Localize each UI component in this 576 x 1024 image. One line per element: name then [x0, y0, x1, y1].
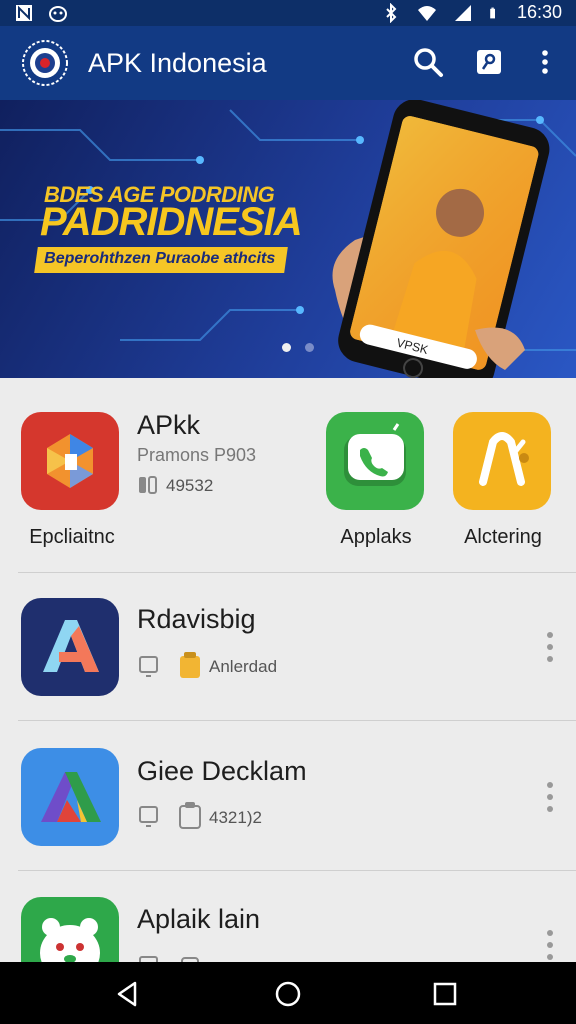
package-icon [181, 957, 199, 962]
device-icon [139, 806, 158, 827]
qr-scan-icon[interactable] [471, 44, 507, 80]
aplaik-lain-app-icon[interactable] [21, 897, 119, 962]
banner-pager[interactable] [282, 343, 314, 352]
app-logo-icon [22, 40, 68, 86]
app-list[interactable]: APkk Pramons P903 49532 Epcliaitnc Appla… [0, 378, 576, 962]
lock-bag-icon [479, 432, 529, 486]
pager-dot-active[interactable] [282, 343, 291, 352]
bear-logo-icon [40, 918, 100, 962]
device-icon [139, 956, 158, 962]
list-item-meta: 4321)2 [209, 808, 262, 827]
banner-tagline: Beperohthzen Puraobe athcits [44, 250, 276, 267]
phone-illustration: VPSK [332, 100, 550, 378]
overflow-menu-icon[interactable] [527, 44, 563, 80]
status-bar: 16:30 [0, 0, 576, 26]
bluetooth-icon [386, 2, 397, 23]
signal-icon [454, 4, 471, 21]
rdavisbig-app-icon[interactable] [21, 598, 119, 696]
promo-banner[interactable]: VPSK BDES AGE PODRDING PADRIDNESIA Beper… [0, 100, 576, 378]
divider [18, 720, 576, 721]
applaks-app-icon[interactable] [326, 412, 424, 510]
list-item-name[interactable]: Aplaik lain [137, 904, 260, 935]
package-icon [179, 802, 201, 829]
pager-dot[interactable] [305, 343, 314, 352]
list-item-meta: Anlerdad [209, 657, 278, 676]
android-debug-icon [49, 6, 67, 22]
featured-app-subtitle: Pramons P903 [137, 445, 257, 465]
triangle-logo-icon [41, 772, 101, 822]
divider [18, 572, 576, 573]
device-icon [139, 656, 158, 677]
letter-a-icon [43, 620, 99, 672]
banner-tagline-pill: Beperohthzen Puraobe athcits [34, 247, 288, 273]
back-icon[interactable] [113, 979, 143, 1009]
overflow-menu-icon[interactable] [545, 780, 555, 814]
giee-decklam-app-icon[interactable] [21, 748, 119, 846]
list-item-name[interactable]: Rdavisbig [137, 604, 256, 635]
overflow-menu-icon[interactable] [545, 630, 555, 664]
alctering-app-label[interactable]: Alctering [433, 526, 573, 549]
featured-app-meta: 49532 [166, 476, 214, 495]
featured-app-icon[interactable] [21, 412, 119, 510]
app-title: APK Indonesia [88, 48, 267, 78]
search-icon[interactable] [410, 44, 446, 80]
featured-app-label[interactable]: Epcliaitnc [2, 526, 142, 549]
hexagon-logo-icon [47, 434, 93, 488]
size-icon [139, 476, 157, 494]
list-item-name[interactable]: Giee Decklam [137, 756, 307, 787]
home-icon[interactable] [273, 979, 303, 1009]
wifi-icon [417, 5, 436, 21]
battery-icon [490, 7, 495, 18]
recents-icon[interactable] [430, 979, 460, 1009]
app-bar: APK Indonesia [0, 26, 576, 100]
overflow-menu-icon[interactable] [545, 928, 555, 962]
system-nav-bar [0, 962, 576, 1024]
applaks-app-label[interactable]: Applaks [306, 526, 446, 549]
status-time: 16:30 [516, 2, 562, 22]
package-icon [180, 652, 200, 678]
alctering-app-icon[interactable] [453, 412, 551, 510]
featured-app-name[interactable]: APkk [137, 410, 200, 441]
phone-chat-icon [344, 423, 406, 486]
divider [18, 870, 576, 871]
notification-icon [16, 5, 32, 21]
banner-headline: PADRIDNESIA [40, 200, 303, 244]
